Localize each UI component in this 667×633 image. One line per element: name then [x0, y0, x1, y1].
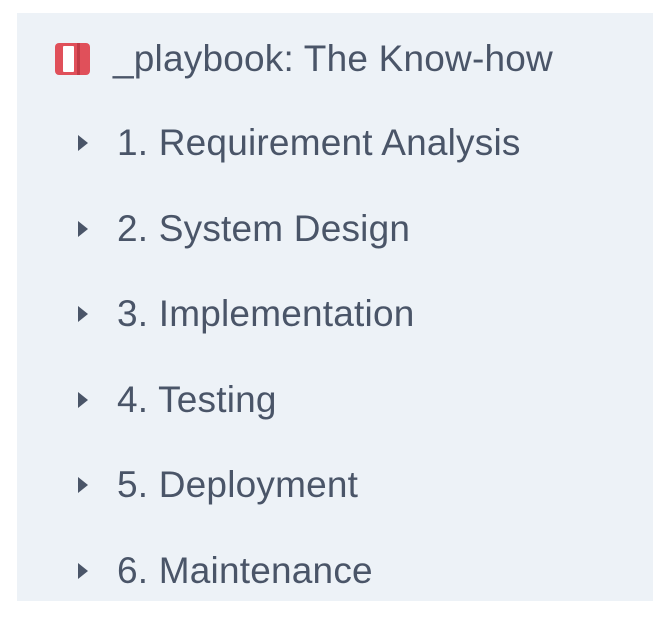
sidebar-item-label: 4. Testing [117, 378, 277, 420]
book-icon [54, 42, 91, 76]
caret-right-icon[interactable] [77, 134, 89, 152]
sidebar-item-maintenance[interactable]: 6. Maintenance [77, 547, 521, 633]
caret-right-icon[interactable] [77, 305, 89, 323]
sidebar-item-label: 2. System Design [117, 207, 411, 249]
sidebar-item-implementation[interactable]: 3. Implementation [77, 290, 521, 376]
sidebar-item-deployment[interactable]: 5. Deployment [77, 461, 521, 547]
caret-right-icon[interactable] [77, 391, 89, 409]
sidebar-tree: 1. Requirement Analysis 2. System Design… [77, 119, 521, 633]
sidebar-panel: _playbook: The Know-how 1. Requirement A… [17, 13, 653, 601]
sidebar-item-testing[interactable]: 4. Testing [77, 376, 521, 462]
sidebar-item-requirement-analysis[interactable]: 1. Requirement Analysis [77, 119, 521, 205]
caret-right-icon[interactable] [77, 220, 89, 238]
sidebar-item-system-design[interactable]: 2. System Design [77, 205, 521, 291]
sidebar-item-label: 3. Implementation [117, 293, 415, 335]
sidebar-item-label: 5. Deployment [117, 464, 359, 506]
sidebar-root-item[interactable]: _playbook: The Know-how [54, 37, 553, 81]
sidebar-root-title: _playbook: The Know-how [113, 38, 553, 79]
caret-right-icon[interactable] [77, 562, 89, 580]
sidebar-item-label: 6. Maintenance [117, 549, 373, 591]
caret-right-icon[interactable] [77, 476, 89, 494]
sidebar-item-label: 1. Requirement Analysis [117, 122, 521, 163]
